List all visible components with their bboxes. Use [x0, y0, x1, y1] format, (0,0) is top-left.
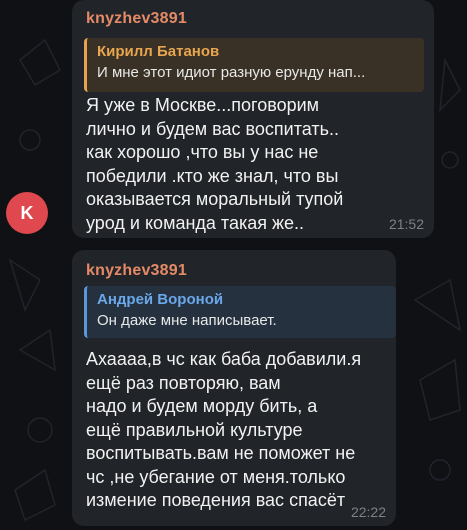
message-time: 22:22	[350, 504, 386, 520]
sender-name[interactable]: knyzhev3891	[86, 10, 187, 28]
message-text: Я уже в Москве...поговорим лично и будем…	[86, 95, 344, 233]
sender-name[interactable]: knyzhev3891	[86, 262, 187, 280]
reply-preview[interactable]: Кирилл Батанов И мне этот идиот разную е…	[84, 38, 424, 92]
reply-author: Кирилл Батанов	[97, 43, 220, 60]
reply-author: Андрей Вороной	[97, 291, 224, 308]
message-text: Ахаааа,в чс как баба добавили.я ещё раз …	[86, 349, 362, 510]
message-time: 21:52	[388, 216, 424, 232]
message-bubble[interactable]: knyzhev3891 Андрей Вороной Он даже мне н…	[72, 250, 396, 526]
reply-text: И мне этот идиот разную ерунду нап...	[97, 64, 366, 81]
reply-preview[interactable]: Андрей Вороной Он даже мне написывает.	[84, 286, 396, 338]
message-bubble[interactable]: knyzhev3891 Кирилл Батанов И мне этот ид…	[72, 0, 434, 238]
avatar[interactable]: K	[6, 192, 48, 234]
reply-text: Он даже мне написывает.	[97, 312, 277, 329]
